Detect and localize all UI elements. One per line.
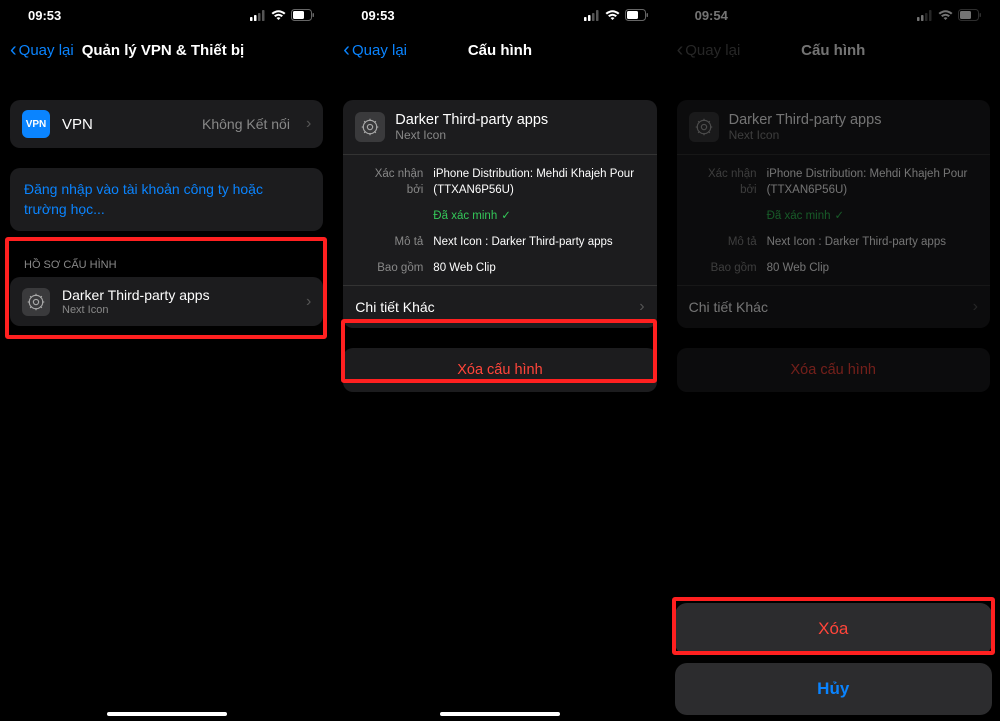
confirm-delete-button[interactable]: Xóa xyxy=(675,603,992,655)
gear-icon xyxy=(355,112,385,142)
signed-by-value: iPhone Distribution: Mehdi Khajeh Pour (… xyxy=(433,166,644,198)
status-time: 09:53 xyxy=(28,8,61,23)
gear-icon xyxy=(689,112,719,142)
profile-title: Darker Third-party apps xyxy=(729,112,882,128)
gear-icon xyxy=(22,288,50,316)
vpn-label: VPN xyxy=(62,116,190,133)
description-label: Mô tả xyxy=(355,234,423,250)
vpn-row[interactable]: VPN VPN Không Kết nối › xyxy=(10,100,323,148)
nav-bar: ‹ Quay lại Cấu hình xyxy=(667,30,1000,70)
profile-detail-card: Darker Third-party apps Next Icon Xác nh… xyxy=(343,100,656,328)
home-indicator[interactable] xyxy=(107,712,227,716)
chevron-right-icon: › xyxy=(306,115,311,133)
chevron-left-icon: ‹ xyxy=(677,40,684,60)
page-title: Quản lý VPN & Thiết bị xyxy=(82,42,245,59)
status-time: 09:53 xyxy=(361,8,394,23)
chevron-right-icon: › xyxy=(973,298,978,316)
chevron-left-icon: ‹ xyxy=(10,40,17,60)
contains-label: Bao gồm xyxy=(355,260,423,276)
page-title: Cấu hình xyxy=(801,42,865,59)
contains-label: Bao gồm xyxy=(689,260,757,276)
vpn-status: Không Kết nối xyxy=(202,116,290,132)
section-header: HỒ SƠ CẤU HÌNH xyxy=(10,259,323,271)
chevron-left-icon: ‹ xyxy=(343,40,350,60)
verified-badge: Đã xác minh✓ xyxy=(433,208,511,224)
action-sheet: Xóa Hủy xyxy=(675,603,992,715)
status-bar: 09:54 xyxy=(667,0,1000,30)
back-button[interactable]: ‹ Quay lại xyxy=(343,40,407,60)
status-bar: 09:53 xyxy=(333,0,666,30)
signal-icon xyxy=(250,10,266,21)
vpn-icon: VPN xyxy=(22,110,50,138)
chevron-right-icon: › xyxy=(639,298,644,316)
signed-by-value: iPhone Distribution: Mehdi Khajeh Pour (… xyxy=(767,166,978,198)
page-title: Cấu hình xyxy=(468,42,532,59)
wifi-icon xyxy=(938,10,953,21)
profile-title: Darker Third-party apps xyxy=(62,287,290,303)
delete-profile-button: Xóa cấu hình xyxy=(677,348,990,392)
status-time: 09:54 xyxy=(695,8,728,23)
profile-detail-card: Darker Third-party apps Next Icon Xác nh… xyxy=(677,100,990,328)
description-value: Next Icon : Darker Third-party apps xyxy=(767,234,978,250)
more-details-label: Chi tiết Khác xyxy=(689,299,768,315)
profile-subtitle: Next Icon xyxy=(729,128,882,142)
status-bar: 09:53 xyxy=(0,0,333,30)
description-label: Mô tả xyxy=(689,234,757,250)
check-icon: ✓ xyxy=(501,208,511,224)
profile-subtitle: Next Icon xyxy=(62,304,290,316)
battery-icon xyxy=(625,9,649,21)
signal-icon xyxy=(917,10,933,21)
back-label: Quay lại xyxy=(19,42,74,59)
battery-icon xyxy=(291,9,315,21)
home-indicator[interactable] xyxy=(440,712,560,716)
nav-bar: ‹ Quay lại Cấu hình xyxy=(333,30,666,70)
status-icons xyxy=(250,9,315,21)
more-details-row: Chi tiết Khác › xyxy=(677,285,990,328)
more-details-row[interactable]: Chi tiết Khác › xyxy=(343,285,656,328)
profile-row[interactable]: Darker Third-party apps Next Icon › xyxy=(10,277,323,326)
status-icons xyxy=(584,9,649,21)
description-value: Next Icon : Darker Third-party apps xyxy=(433,234,644,250)
battery-icon xyxy=(958,9,982,21)
back-button[interactable]: ‹ Quay lại xyxy=(10,40,74,60)
profile-subtitle: Next Icon xyxy=(395,128,548,142)
signed-by-label: Xác nhận bởi xyxy=(689,166,757,198)
sign-in-link[interactable]: Đăng nhập vào tài khoản công ty hoặc trư… xyxy=(10,168,323,231)
back-label: Quay lại xyxy=(685,42,740,59)
nav-bar: ‹ Quay lại Quản lý VPN & Thiết bị xyxy=(0,30,333,70)
signed-by-label: Xác nhận bởi xyxy=(355,166,423,198)
more-details-label: Chi tiết Khác xyxy=(355,299,434,315)
check-icon: ✓ xyxy=(835,208,845,224)
status-icons xyxy=(917,9,982,21)
wifi-icon xyxy=(271,10,286,21)
delete-profile-button[interactable]: Xóa cấu hình xyxy=(343,348,656,392)
contains-value: 80 Web Clip xyxy=(767,260,978,276)
verified-badge: Đã xác minh✓ xyxy=(767,208,845,224)
profile-title: Darker Third-party apps xyxy=(395,112,548,128)
contains-value: 80 Web Clip xyxy=(433,260,644,276)
back-label: Quay lại xyxy=(352,42,407,59)
signal-icon xyxy=(584,10,600,21)
back-button: ‹ Quay lại xyxy=(677,40,741,60)
wifi-icon xyxy=(605,10,620,21)
cancel-button[interactable]: Hủy xyxy=(675,663,992,715)
chevron-right-icon: › xyxy=(306,293,311,311)
